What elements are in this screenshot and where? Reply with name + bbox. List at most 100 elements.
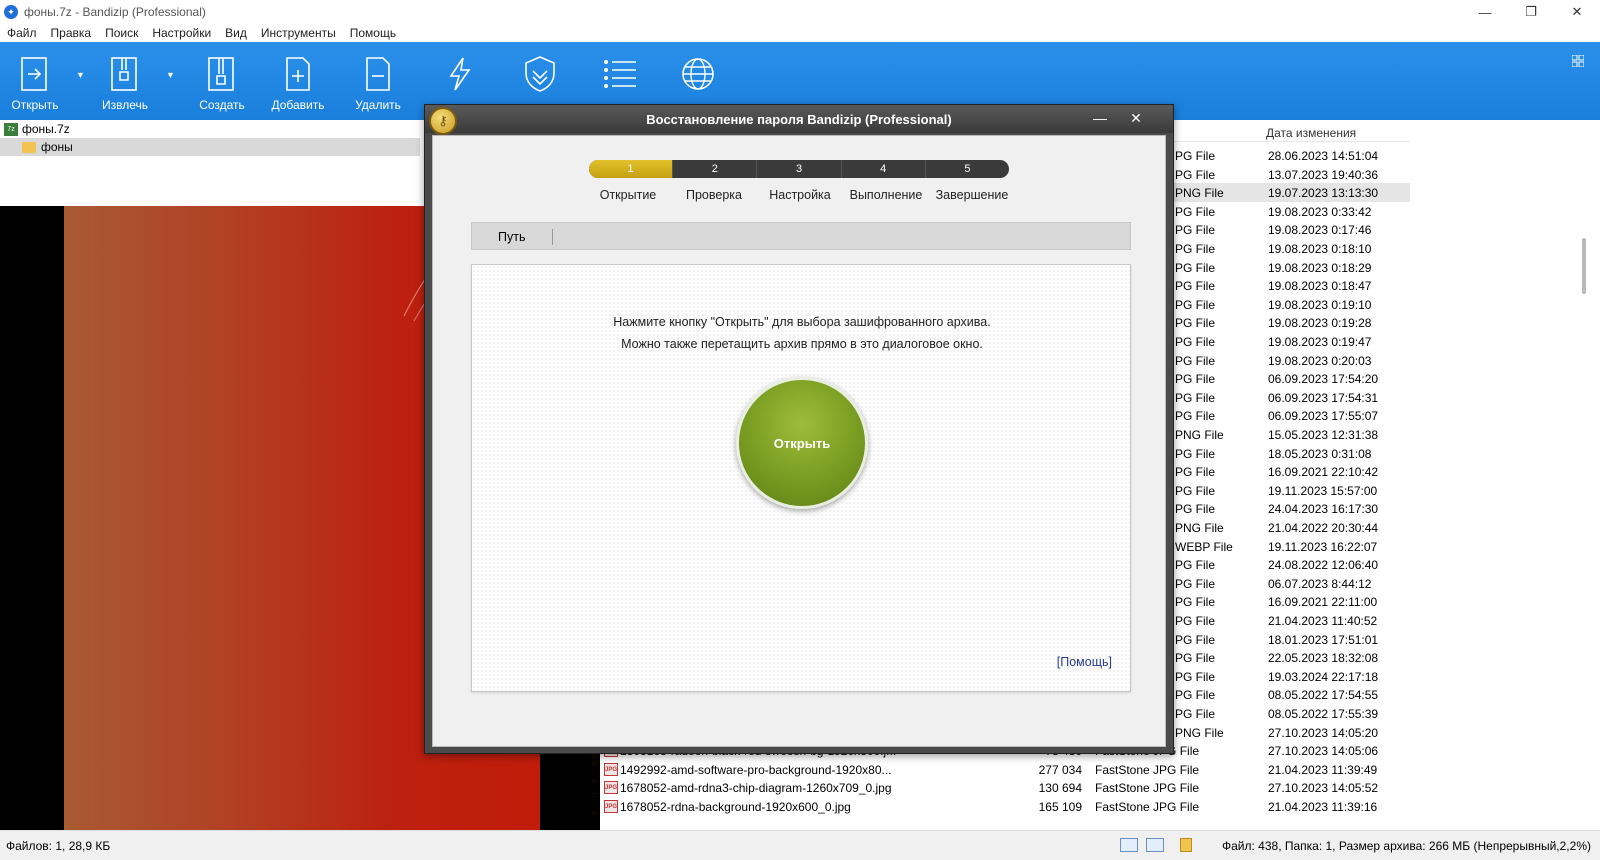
file-type-cell: PG File <box>1175 279 1216 294</box>
file-type-cell: PG File <box>1175 483 1216 498</box>
file-date-cell: 19.08.2023 0:19:10 <box>1268 297 1372 312</box>
details-view-icon[interactable] <box>1120 838 1138 852</box>
menu-file[interactable]: Файл <box>0 26 44 40</box>
file-type-cell: PG File <box>1175 576 1216 591</box>
create-toolbar-button[interactable]: Создать <box>194 42 250 120</box>
step-2-label: Проверка <box>686 188 742 202</box>
file-name-cell: 1492992-amd-software-pro-background-1920… <box>620 762 892 777</box>
preview-view-icon[interactable] <box>1146 838 1164 852</box>
menu-settings[interactable]: Настройки <box>145 26 218 40</box>
archive-info-icon[interactable] <box>1180 838 1192 852</box>
help-link[interactable]: [Помощь] <box>1057 655 1112 669</box>
file-type-cell: PNG File <box>1175 725 1224 740</box>
vertical-scrollbar[interactable] <box>1582 238 1586 294</box>
menu-view[interactable]: Вид <box>218 26 254 40</box>
step-1-label: Открытие <box>599 188 657 202</box>
file-date-cell: 19.08.2023 0:17:46 <box>1268 223 1372 238</box>
dialog-title-bar: ⚷ Восстановление пароля Bandizip (Profes… <box>425 105 1173 135</box>
close-button[interactable]: ✕ <box>1554 0 1600 24</box>
dialog-body: 1 2 3 4 5 Открытие Проверка Настройка Вы… <box>432 135 1166 747</box>
file-type-cell: PG File <box>1175 242 1216 256</box>
extract-toolbar-button[interactable]: Извлечь <box>98 42 152 120</box>
layout-grid-icon[interactable] <box>1571 54 1585 70</box>
open-toolbar-label: Открыть <box>11 98 59 112</box>
extract-dropdown-arrow-icon[interactable]: ▼ <box>166 70 175 80</box>
file-type-cell: PG File <box>1175 465 1216 480</box>
step-5-label: Завершение <box>935 188 1009 202</box>
extract-icon <box>105 54 145 94</box>
delete-file-icon <box>358 54 398 94</box>
file-date-cell: 16.09.2021 22:10:42 <box>1268 465 1379 480</box>
table-row[interactable]: 1492992-amd-software-pro-background-1920… <box>600 760 1410 779</box>
file-type-cell: FastStone JPG File <box>1095 800 1200 814</box>
password-recovery-dialog: ⚷ Восстановление пароля Bandizip (Profes… <box>424 104 1174 754</box>
extract-toolbar-label: Извлечь <box>101 98 148 112</box>
file-name-cell: 1678052-amd-rdna3-chip-diagram-1260x709_… <box>620 781 892 796</box>
tree-archive-item[interactable]: 7z фоны.7z <box>0 120 420 138</box>
table-row[interactable]: 1678052-rdna-background-1920x600_0.jpg 16… <box>600 797 1410 816</box>
file-date-cell: 19.08.2023 0:18:10 <box>1268 242 1372 256</box>
tree-folder-label: фоны <box>41 140 73 154</box>
open-toolbar-button[interactable]: Открыть <box>10 42 60 120</box>
file-type-cell: PG File <box>1175 390 1216 405</box>
file-type-cell: PG File <box>1175 502 1216 517</box>
menu-search[interactable]: Поиск <box>98 26 145 40</box>
tree-folder-item[interactable]: фоны <box>0 138 420 156</box>
jpg-file-icon <box>604 800 618 813</box>
file-date-cell: 19.08.2023 0:33:42 <box>1268 204 1372 219</box>
file-type-cell: WEBP File <box>1175 539 1233 554</box>
file-name-cell: 1678052-rdna-background-1920x600_0.jpg <box>620 800 851 814</box>
file-date-cell: 28.06.2023 14:51:04 <box>1268 149 1379 163</box>
file-type-cell: PNG File <box>1175 521 1224 535</box>
folder-icon <box>22 141 36 153</box>
file-size-cell: 165 109 <box>1038 800 1082 814</box>
delete-toolbar-button[interactable]: Удалить <box>350 42 406 120</box>
menu-help[interactable]: Помощь <box>343 26 403 40</box>
jpg-file-icon <box>604 762 618 776</box>
file-date-cell: 08.05.2022 17:55:39 <box>1268 707 1379 721</box>
list-icon <box>600 54 640 94</box>
drop-zone-panel[interactable]: Нажмите кнопку "Открыть" для выбора заши… <box>471 264 1131 692</box>
window-title: фоны.7z - Bandizip (Professional) <box>24 5 206 19</box>
open-archive-button[interactable]: Открыть <box>736 377 868 509</box>
minimize-button[interactable]: — <box>1462 0 1508 24</box>
file-date-cell: 22.05.2023 18:32:08 <box>1268 651 1379 666</box>
open-archive-icon <box>15 54 55 94</box>
file-type-cell: PG File <box>1175 446 1216 461</box>
date-column-header[interactable]: Дата изменения <box>1266 126 1356 140</box>
path-field: Путь <box>471 222 1131 250</box>
file-date-cell: 27.10.2023 14:05:20 <box>1268 725 1379 740</box>
open-dropdown-arrow-icon[interactable]: ▼ <box>76 70 85 80</box>
file-type-cell: PG File <box>1175 707 1216 721</box>
file-type-cell: PG File <box>1175 372 1216 387</box>
file-date-cell: 21.04.2023 11:39:49 <box>1268 762 1378 777</box>
file-type-cell: PNG File <box>1175 186 1224 201</box>
jpg-file-icon <box>604 781 618 795</box>
path-label: Путь <box>498 230 526 244</box>
file-type-cell: PG File <box>1175 353 1216 368</box>
file-date-cell: 15.05.2023 12:31:38 <box>1268 428 1379 442</box>
file-date-cell: 19.08.2023 0:18:47 <box>1268 279 1372 294</box>
instruction-line-1: Нажмите кнопку "Открыть" для выбора заши… <box>613 315 991 329</box>
file-date-cell: 19.08.2023 0:18:29 <box>1268 260 1372 275</box>
add-toolbar-button[interactable]: Добавить <box>268 42 328 120</box>
file-date-cell: 16.09.2021 22:11:00 <box>1268 595 1378 610</box>
step-3-segment: 3 <box>757 160 842 178</box>
restore-button[interactable]: ❐ <box>1508 0 1554 24</box>
status-bar: Файлов: 1, 28,9 КБ Файл: 438, Папка: 1, … <box>0 830 1600 860</box>
file-type-cell: FastStone JPG File <box>1095 762 1200 777</box>
window-controls: — ❐ ✕ <box>1462 0 1600 24</box>
file-date-cell: 06.09.2023 17:54:31 <box>1268 390 1379 405</box>
menu-bar: Файл Правка Поиск Настройки Вид Инструме… <box>0 24 1600 42</box>
file-date-cell: 08.05.2022 17:54:55 <box>1268 688 1379 703</box>
dialog-minimize-button[interactable]: — <box>1085 107 1115 129</box>
dialog-close-button[interactable]: ✕ <box>1121 107 1151 129</box>
menu-tools[interactable]: Инструменты <box>254 26 343 40</box>
create-archive-icon <box>202 54 242 94</box>
file-date-cell: 06.09.2023 17:54:20 <box>1268 372 1379 387</box>
file-type-cell: PG File <box>1175 223 1216 238</box>
menu-edit[interactable]: Правка <box>44 26 99 40</box>
file-type-cell: PG File <box>1175 409 1216 424</box>
file-date-cell: 06.09.2023 17:55:07 <box>1268 409 1379 424</box>
table-row[interactable]: 1678052-amd-rdna3-chip-diagram-1260x709_… <box>600 778 1410 797</box>
